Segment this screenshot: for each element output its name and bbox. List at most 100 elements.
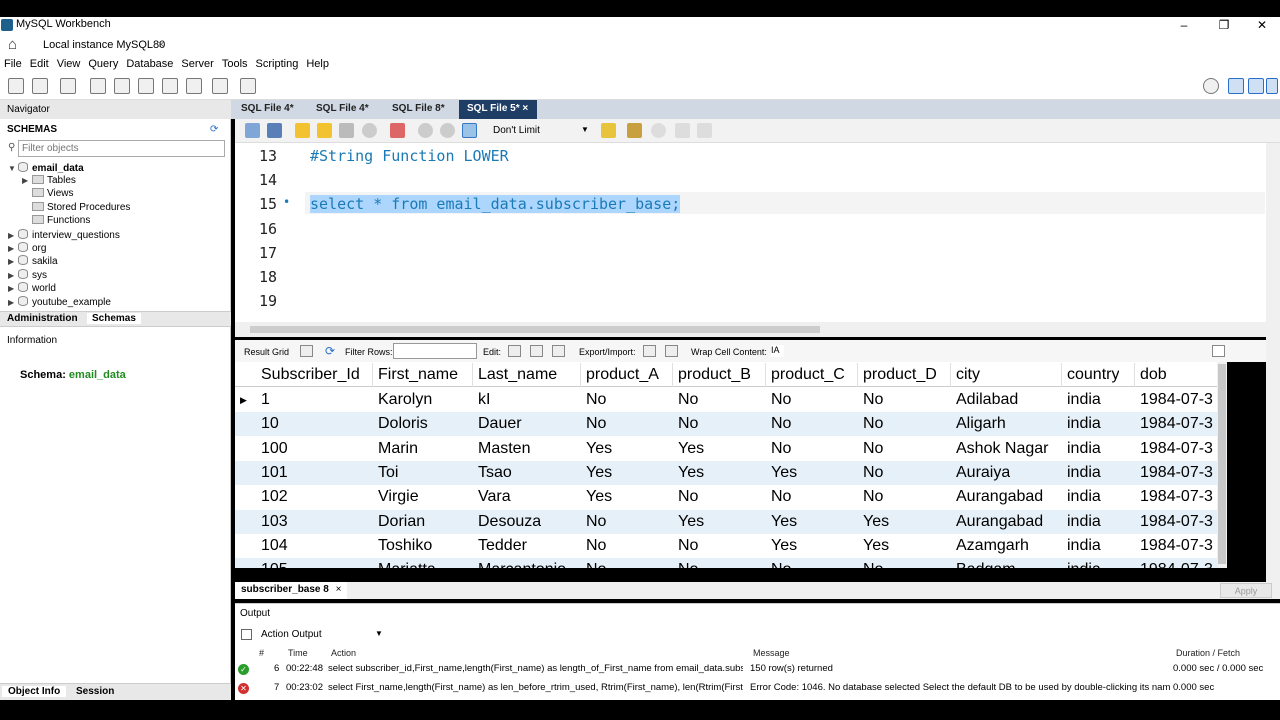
table-cell[interactable]: Yes [771, 464, 797, 482]
table-cell[interactable]: india [1067, 391, 1101, 409]
table-cell[interactable]: india [1067, 488, 1101, 506]
table-row[interactable]: 104 Toshiko Tedder No No Yes Yes Azamgarh india 1… [235, 534, 1225, 558]
word-wrap-icon[interactable] [697, 123, 712, 138]
table-cell[interactable]: Marin [378, 440, 418, 458]
expand-toggle-icon[interactable]: ▶ [22, 176, 32, 185]
table-cell[interactable]: Karolyn [378, 391, 432, 409]
tab-sql-file-8[interactable]: SQL File 8* [384, 100, 453, 119]
wrap-cell-icon[interactable]: IA [771, 345, 784, 357]
tree-schema-sys[interactable]: ▶ sys [8, 269, 47, 281]
inspector-icon[interactable] [60, 78, 76, 94]
export-icon[interactable] [643, 345, 656, 357]
table-cell[interactable]: Yes [771, 537, 797, 555]
table-cell[interactable]: Yes [586, 488, 612, 506]
column-separator[interactable] [372, 363, 373, 387]
table-cell[interactable]: Marcantonio [478, 561, 566, 568]
tab-sql-file-4b[interactable]: SQL File 4* [308, 100, 377, 119]
menu-server[interactable]: Server [177, 56, 217, 73]
table-cell[interactable]: 1984-07-3 [1140, 391, 1220, 409]
table-cell[interactable]: No [863, 488, 883, 506]
table-cell[interactable]: Badgam [956, 561, 1016, 568]
refresh-icon[interactable]: ⟳ [325, 344, 335, 358]
table-cell[interactable]: Vara [478, 488, 511, 506]
grid-icon[interactable] [300, 345, 313, 357]
table-cell[interactable]: india [1067, 415, 1101, 433]
column-header-country[interactable]: country [1067, 366, 1119, 384]
table-cell[interactable]: No [863, 561, 883, 568]
column-separator[interactable] [950, 363, 951, 387]
table-row[interactable]: 100 Marin Masten Yes Yes No No Ashok Nagar india… [235, 437, 1225, 461]
table-cell[interactable]: No [678, 537, 698, 555]
execute-icon[interactable] [295, 123, 310, 138]
table-cell[interactable]: 1984-07-3 [1140, 513, 1220, 531]
table-cell[interactable]: kI [478, 391, 490, 409]
table-row[interactable]: 101 Toi Tsao Yes Yes Yes No Auraiya india 1984-07… [235, 460, 1225, 485]
close-tab-icon[interactable]: × [336, 584, 342, 595]
connection-tab[interactable]: Local instance MySQL80 [43, 39, 165, 51]
expand-toggle-icon[interactable]: ▶ [8, 231, 18, 240]
tree-functions[interactable]: Functions [32, 215, 90, 226]
column-header-dob[interactable]: dob [1140, 366, 1167, 384]
tree-schema-org[interactable]: ▶ org [8, 242, 46, 254]
autocommit-icon[interactable] [462, 123, 477, 138]
table-cell[interactable]: No [863, 391, 883, 409]
table-cell[interactable]: 105 [261, 561, 288, 568]
column-separator[interactable] [1061, 363, 1062, 387]
table-cell[interactable]: india [1067, 440, 1101, 458]
result-grid[interactable]: Subscriber_Id First_name Last_name product_… [235, 362, 1225, 568]
toggle-sidebar-icon[interactable] [1228, 78, 1244, 94]
table-cell[interactable]: Aurangabad [956, 513, 1043, 531]
add-snippet-icon[interactable] [601, 123, 616, 138]
find-replace-icon[interactable] [651, 123, 666, 138]
stop-icon[interactable] [362, 123, 377, 138]
menu-file[interactable]: File [0, 56, 26, 73]
result-side-scrollbar[interactable] [1266, 337, 1280, 582]
table-cell[interactable]: No [678, 415, 698, 433]
scroll-thumb[interactable] [1218, 364, 1226, 564]
sql-editor[interactable]: 13 #String Function LOWER 14 15 • select… [235, 143, 1280, 322]
toggle-error-icon[interactable] [390, 123, 405, 138]
table-row[interactable]: 10 Doloris Dauer No No No No Aligarh india 1984-0… [235, 412, 1225, 437]
table-cell[interactable]: Ashok Nagar [956, 440, 1049, 458]
tree-schema-world[interactable]: ▶ world [8, 282, 56, 294]
apply-button[interactable]: Apply [1220, 583, 1272, 598]
grid-vertical-scrollbar[interactable] [1217, 362, 1227, 568]
search-table-data-icon[interactable] [212, 78, 228, 94]
table-cell[interactable]: 101 [261, 464, 288, 482]
expand-toggle-icon[interactable]: ▶ [8, 284, 18, 293]
table-cell[interactable]: No [678, 561, 698, 568]
maximize-button[interactable]: ❐ [1204, 17, 1244, 34]
table-cell[interactable]: Masten [478, 440, 530, 458]
table-cell[interactable]: 100 [261, 440, 288, 458]
column-separator[interactable] [1134, 363, 1135, 387]
tree-stored-procedures[interactable]: Stored Procedures [32, 202, 130, 213]
table-cell[interactable]: No [678, 391, 698, 409]
table-cell[interactable]: Toshiko [378, 537, 432, 555]
table-cell[interactable]: 103 [261, 513, 288, 531]
table-cell[interactable]: No [586, 537, 606, 555]
tab-schemas[interactable]: Schemas [87, 313, 141, 324]
editor-horizontal-scrollbar[interactable] [235, 322, 1280, 337]
table-cell[interactable]: No [771, 415, 791, 433]
table-cell[interactable]: No [863, 464, 883, 482]
table-cell[interactable]: Azamgarh [956, 537, 1029, 555]
toggle-output-icon[interactable] [1248, 78, 1264, 94]
filter-objects-input[interactable] [18, 140, 225, 157]
table-row[interactable]: ▶ 1 Karolyn kI No No No No Adilabad india 1984-07-… [235, 388, 1225, 412]
tree-schema-youtube-example[interactable]: ▶ youtube_example [8, 296, 111, 308]
dropdown-arrow-icon[interactable]: ▼ [375, 629, 383, 638]
table-cell[interactable]: 1984-07-3 [1140, 415, 1220, 433]
expand-toggle-icon[interactable]: ▶ [8, 298, 18, 307]
rollback-icon[interactable] [440, 123, 455, 138]
table-cell[interactable]: 1 [261, 391, 270, 409]
column-separator[interactable] [672, 363, 673, 387]
table-cell[interactable]: Aurangabad [956, 488, 1043, 506]
expand-toggle-icon[interactable]: ▶ [8, 257, 18, 266]
column-header-city[interactable]: city [956, 366, 980, 384]
beautify-icon[interactable] [627, 123, 642, 138]
home-icon[interactable]: ⌂ [8, 37, 17, 52]
table-cell[interactable]: Aligarh [956, 415, 1006, 433]
column-separator[interactable] [580, 363, 581, 387]
column-separator[interactable] [765, 363, 766, 387]
column-header-last-name[interactable]: Last_name [478, 366, 557, 384]
